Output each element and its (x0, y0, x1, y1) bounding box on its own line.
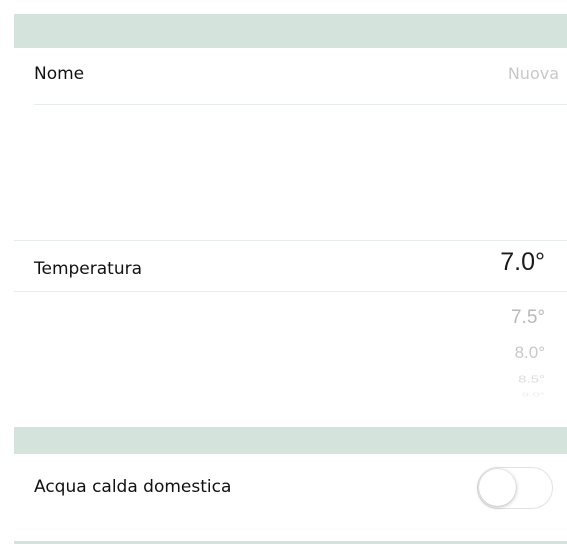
hot-water-toggle[interactable] (477, 467, 553, 509)
section-header-top (14, 14, 567, 48)
temperature-option-selected[interactable]: 7.0° (500, 250, 545, 275)
temperature-option[interactable]: 9.0° (522, 392, 545, 397)
temperature-option[interactable]: 8.5° (518, 374, 545, 385)
temperature-label: Temperatura (34, 259, 143, 279)
temperature-separator-bottom (14, 291, 567, 292)
hot-water-label: Acqua calda domestica (34, 477, 232, 497)
temperature-option[interactable]: 8.0° (515, 344, 545, 361)
name-separator (34, 104, 567, 105)
section-header-middle (14, 427, 567, 454)
name-input[interactable] (359, 60, 559, 86)
temperature-separator-top (14, 240, 567, 241)
name-label: Nome (34, 64, 85, 84)
toggle-knob (479, 469, 516, 506)
temperature-picker[interactable]: 7.0° 7.5° 8.0° 8.5° 9.0° (425, 246, 545, 402)
temperature-option[interactable]: 7.5° (511, 308, 545, 327)
